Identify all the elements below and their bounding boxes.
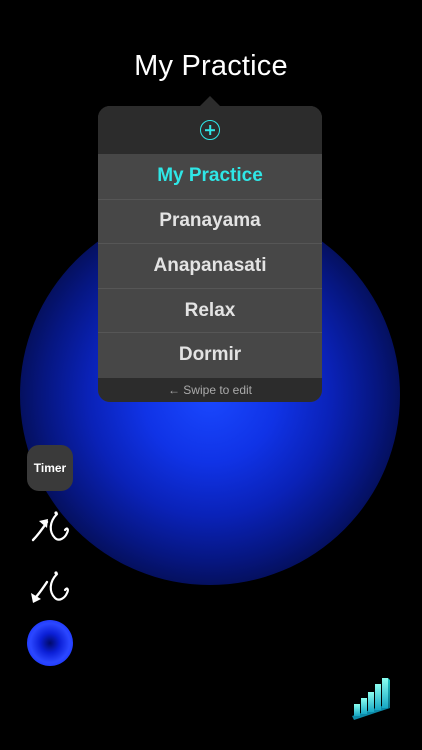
popover-arrow (199, 96, 221, 107)
practice-popover: My Practice Pranayama Anapanasati Relax … (98, 96, 322, 402)
popover-header (98, 106, 322, 154)
inhale-arrow-icon (31, 511, 69, 542)
practice-item-label: Anapanasati (153, 254, 267, 276)
exhale-button[interactable] (27, 565, 73, 611)
exhale-arrow-icon (31, 571, 69, 603)
practice-item-pranayama[interactable]: Pranayama (98, 198, 322, 244)
practice-item-label: Dormir (178, 344, 242, 366)
page-title[interactable]: My Practice (0, 50, 422, 83)
timer-button[interactable]: Timer (27, 445, 73, 491)
swipe-to-edit-hint: ← Swipe to edit (98, 378, 322, 402)
breathing-orb-icon[interactable] (27, 620, 73, 666)
practice-item-relax[interactable]: Relax (98, 287, 322, 333)
color-palette-icon[interactable] (27, 678, 72, 723)
timer-label: Timer (33, 461, 67, 475)
practice-item-label: Pranayama (159, 210, 261, 232)
statistics-icon (352, 678, 390, 720)
practice-item-dormir[interactable]: Dormir (98, 332, 322, 377)
statistics-button[interactable] (350, 676, 392, 720)
inhale-button[interactable] (27, 505, 73, 551)
add-practice-icon[interactable] (200, 120, 220, 140)
practice-item-label: My Practice (157, 165, 263, 187)
practice-item-anapanasati[interactable]: Anapanasati (98, 243, 322, 288)
practice-item-label: Relax (184, 299, 236, 321)
practice-item-my-practice[interactable]: My Practice (98, 154, 322, 199)
